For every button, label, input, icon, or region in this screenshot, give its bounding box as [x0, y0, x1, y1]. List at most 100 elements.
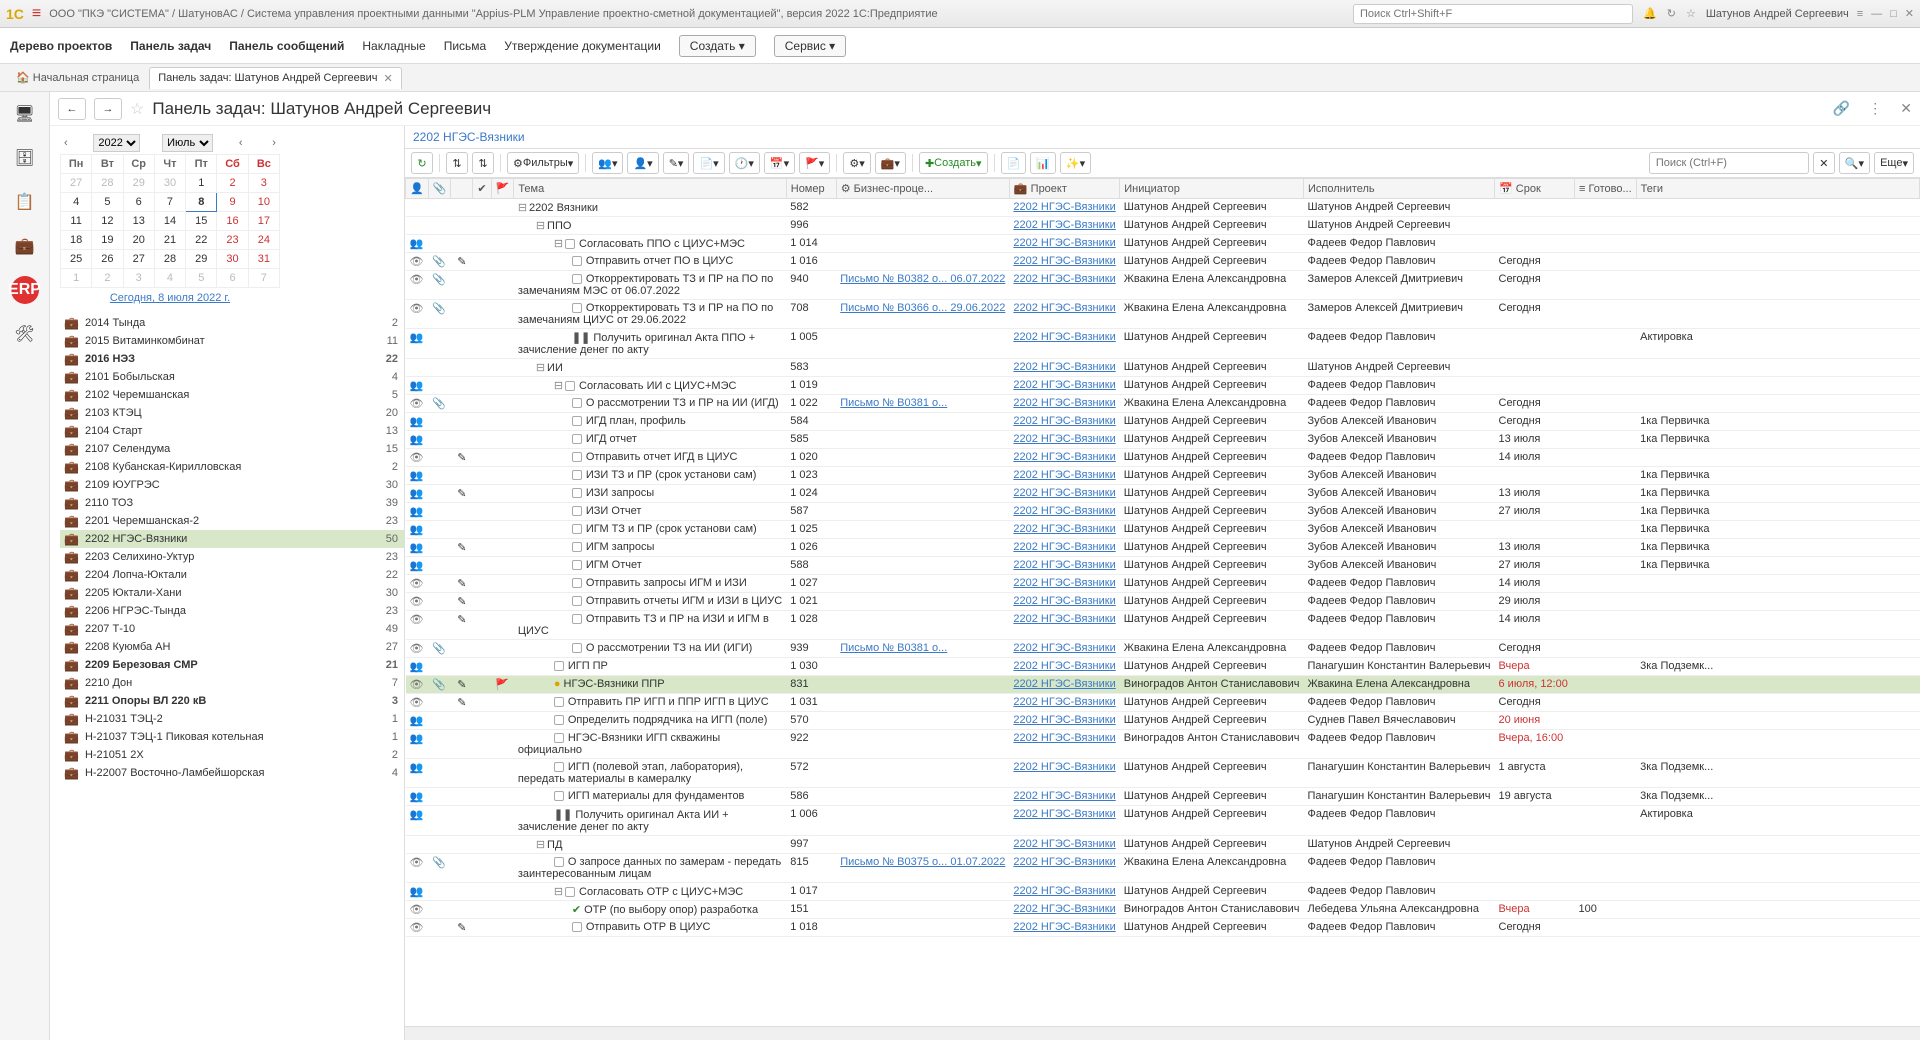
- cal-day[interactable]: 3: [248, 174, 279, 193]
- cal-day[interactable]: 1: [186, 174, 217, 193]
- cal-day[interactable]: 29: [123, 174, 154, 193]
- tb-time[interactable]: 🕐▾: [729, 152, 760, 174]
- create-task-button[interactable]: ✚ Создать ▾: [919, 152, 988, 174]
- table-row[interactable]: 👥⊟Согласовать ОТР с ЦИУС+МЭС1 0172202 НГ…: [406, 883, 1920, 901]
- project-row[interactable]: 💼2014 Тында2: [60, 314, 404, 332]
- cal-day[interactable]: 28: [92, 174, 123, 193]
- project-row[interactable]: 💼2211 Опоры ВЛ 220 кВ3: [60, 692, 404, 710]
- h-scrollbar[interactable]: [405, 1026, 1920, 1040]
- grid-search-go[interactable]: 🔍▾: [1839, 152, 1870, 174]
- tb-briefcase[interactable]: 💼▾: [875, 152, 906, 174]
- tb-edit[interactable]: ✎▾: [663, 152, 690, 174]
- settings-icon[interactable]: ≡: [1857, 8, 1863, 20]
- table-row[interactable]: 👥ИГД план, профиль5842202 НГЭС-ВязникиШа…: [406, 413, 1920, 431]
- cal-prev2-icon[interactable]: ‹: [235, 137, 247, 149]
- project-row[interactable]: 💼2206 НГРЭС-Тында23: [60, 602, 404, 620]
- cal-day[interactable]: 14: [154, 212, 185, 231]
- table-row[interactable]: 👥ИЗИ ТЗ и ПР (срок установи сам)1 023220…: [406, 467, 1920, 485]
- grid-search-input[interactable]: [1649, 152, 1809, 174]
- col-gotov[interactable]: ≡ Готово...: [1575, 179, 1637, 199]
- project-row[interactable]: 💼Н-21051 2Х2: [60, 746, 404, 764]
- cal-year-select[interactable]: 2022: [93, 134, 140, 152]
- link-icon[interactable]: 🔗: [1833, 100, 1850, 117]
- panel-close-icon[interactable]: ✕: [1900, 100, 1912, 117]
- page-star-icon[interactable]: ☆: [130, 99, 144, 119]
- user-label[interactable]: Шатунов Андрей Сергеевич: [1706, 8, 1849, 20]
- cal-day[interactable]: 7: [248, 269, 279, 288]
- col-tema[interactable]: Тема: [514, 179, 786, 199]
- col-bp[interactable]: ⚙ Бизнес-проце...: [836, 179, 1009, 199]
- tb-copy[interactable]: 📄▾: [693, 152, 724, 174]
- menu-invoices[interactable]: Накладные: [362, 39, 425, 53]
- cal-day[interactable]: 3: [123, 269, 154, 288]
- cal-day[interactable]: 15: [186, 212, 217, 231]
- project-row[interactable]: 💼2208 Куюмба АН27: [60, 638, 404, 656]
- col-clip[interactable]: 📎: [428, 179, 451, 199]
- active-tab[interactable]: Панель задач: Шатунов Андрей Сергеевич ✕: [149, 67, 401, 89]
- col-srok[interactable]: 📅 Срок: [1495, 179, 1575, 199]
- table-row[interactable]: 👁📎✎🚩● НГЭС-Вязники ППР8312202 НГЭС-Вязни…: [406, 676, 1920, 694]
- menu-letters[interactable]: Письма: [444, 39, 487, 53]
- cal-day[interactable]: 27: [123, 250, 154, 269]
- table-row[interactable]: 👥Определить подрядчика на ИГП (поле)5702…: [406, 712, 1920, 730]
- table-row[interactable]: 👥НГЭС-Вязники ИГП скважины официально922…: [406, 730, 1920, 759]
- table-row[interactable]: 👁✎Отправить отчет ИГД в ЦИУС1 0202202 НГ…: [406, 449, 1920, 467]
- home-tab[interactable]: 🏠 Начальная страница: [6, 67, 149, 88]
- project-row[interactable]: 💼2201 Черемшанская-223: [60, 512, 404, 530]
- cal-day[interactable]: 7: [154, 193, 185, 212]
- cal-day[interactable]: 31: [248, 250, 279, 269]
- cal-day[interactable]: 17: [248, 212, 279, 231]
- table-row[interactable]: 👁✔ ОТР (по выбору опор) разработка151220…: [406, 901, 1920, 919]
- project-row[interactable]: 💼2209 Березовая СМР21: [60, 656, 404, 674]
- col-tegi[interactable]: Теги: [1636, 179, 1919, 199]
- table-row[interactable]: ⊟ППО9962202 НГЭС-ВязникиШатунов Андрей С…: [406, 217, 1920, 235]
- cal-day[interactable]: 8: [186, 193, 217, 212]
- dock-monitor-icon[interactable]: 🖥: [11, 100, 39, 128]
- col-flag[interactable]: 🚩: [491, 179, 514, 199]
- cal-day[interactable]: 13: [123, 212, 154, 231]
- close-icon[interactable]: ✕: [1905, 7, 1914, 20]
- cal-day[interactable]: 18: [61, 231, 92, 250]
- ellipsis-icon[interactable]: ⋮: [1868, 100, 1882, 117]
- table-row[interactable]: 👁📎Откорректировать ТЗ и ПР на ПО по заме…: [406, 271, 1920, 300]
- table-row[interactable]: 👥ИЗИ Отчет5872202 НГЭС-ВязникиШатунов Ан…: [406, 503, 1920, 521]
- menu-approval[interactable]: Утверждение документации: [504, 39, 661, 53]
- create-button[interactable]: Создать ▾: [679, 35, 756, 57]
- tb-doc1[interactable]: 📄: [1001, 152, 1027, 174]
- table-row[interactable]: 👥⊟Согласовать ИИ с ЦИУС+МЭС1 0192202 НГЭ…: [406, 377, 1920, 395]
- breadcrumb[interactable]: 2202 НГЭС-Вязники: [405, 126, 1920, 148]
- service-button[interactable]: Сервис ▾: [774, 35, 846, 57]
- tb-flag[interactable]: 🚩▾: [799, 152, 830, 174]
- table-row[interactable]: ⊟2202 Вязники5822202 НГЭС-ВязникиШатунов…: [406, 199, 1920, 217]
- cal-month-select[interactable]: Июль: [162, 134, 213, 152]
- cal-day[interactable]: 4: [61, 193, 92, 212]
- table-row[interactable]: 👁✎Отправить ОТР В ЦИУС1 0182202 НГЭС-Вяз…: [406, 919, 1920, 937]
- col-check[interactable]: ✔: [473, 179, 491, 199]
- cal-prev-icon[interactable]: ‹: [60, 137, 72, 149]
- dock-notes-icon[interactable]: 📋: [11, 188, 39, 216]
- cal-day[interactable]: 5: [186, 269, 217, 288]
- col-proekt[interactable]: 💼 Проект: [1009, 179, 1119, 199]
- cal-day[interactable]: 9: [217, 193, 248, 212]
- bell-icon[interactable]: 🔔: [1643, 7, 1657, 20]
- cal-day[interactable]: 28: [154, 250, 185, 269]
- cal-day[interactable]: 25: [61, 250, 92, 269]
- project-row[interactable]: 💼Н-21031 ТЭЦ-21: [60, 710, 404, 728]
- cal-day[interactable]: 21: [154, 231, 185, 250]
- minimize-icon[interactable]: —: [1871, 8, 1882, 20]
- tb-sort2[interactable]: ⇅: [472, 152, 494, 174]
- cal-day[interactable]: 19: [92, 231, 123, 250]
- maximize-icon[interactable]: □: [1890, 8, 1897, 20]
- dock-tools-icon[interactable]: 🛠: [11, 320, 39, 348]
- project-row[interactable]: 💼2204 Лопча-Юктали22: [60, 566, 404, 584]
- table-row[interactable]: 👁✎Отправить ТЗ и ПР на ИЗИ и ИГМ в ЦИУС1…: [406, 611, 1920, 640]
- col-icon1[interactable]: 👤: [406, 179, 429, 199]
- cal-day[interactable]: 2: [92, 269, 123, 288]
- table-row[interactable]: 👁✎Отправить ПР ИГП и ППР ИГП в ЦИУС1 031…: [406, 694, 1920, 712]
- close-tab-icon[interactable]: ✕: [383, 72, 392, 85]
- table-row[interactable]: 👥⊟Согласовать ППО с ЦИУС+МЭС1 0142202 НГ…: [406, 235, 1920, 253]
- project-row[interactable]: 💼2102 Черемшанская5: [60, 386, 404, 404]
- table-row[interactable]: 👥ИГМ ТЗ и ПР (срок установи сам)1 025220…: [406, 521, 1920, 539]
- global-search-input[interactable]: [1353, 4, 1633, 24]
- cal-next-icon[interactable]: ›: [268, 137, 280, 149]
